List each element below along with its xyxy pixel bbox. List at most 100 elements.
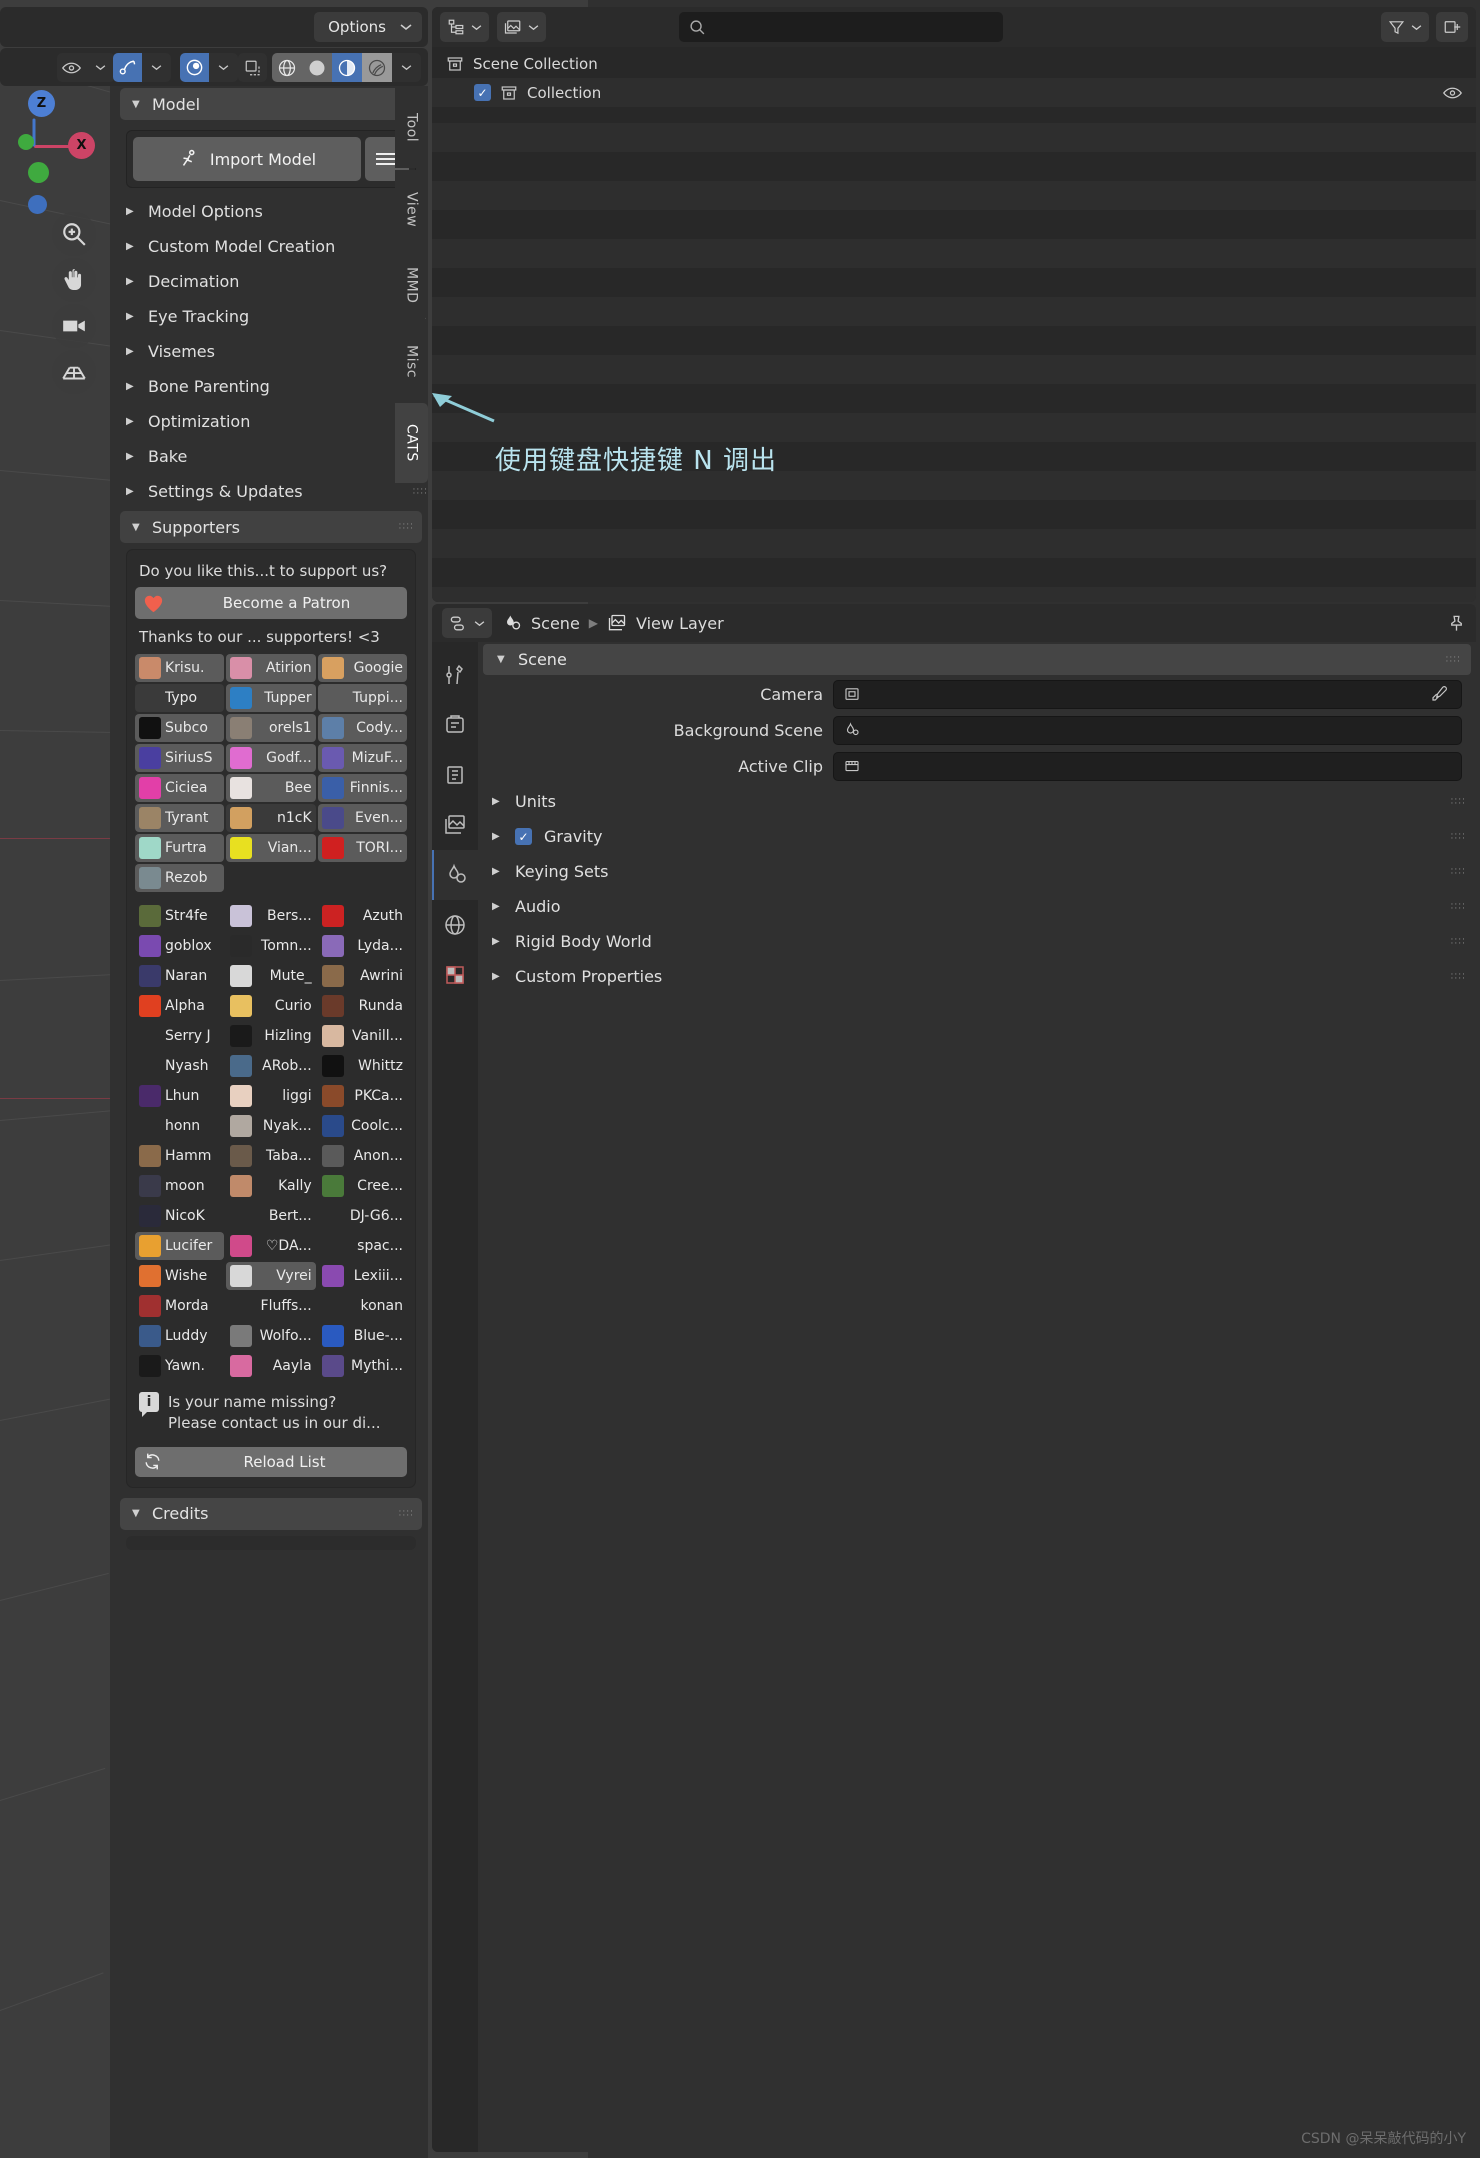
supporter-cell[interactable]: TORI... — [317, 834, 407, 862]
zoom-tool-icon[interactable] — [52, 212, 96, 256]
supporter-cell[interactable]: konan — [318, 1292, 407, 1320]
camera-tool-icon[interactable] — [52, 304, 96, 348]
cats-section-supporters[interactable]: ▼ Supporters ···· ···· — [120, 511, 422, 543]
scene-section-header[interactable]: ▼ Scene ···· ···· — [483, 644, 1471, 675]
panel-header-model[interactable]: ▼ Model ········ — [120, 88, 422, 120]
supporter-cell[interactable]: Bers... — [226, 902, 315, 930]
supporter-cell[interactable]: spac... — [318, 1232, 407, 1260]
supporter-cell[interactable]: Mute_ — [226, 962, 315, 990]
grip-icon[interactable]: ········ — [1451, 830, 1466, 843]
supporter-cell[interactable]: Coolc... — [318, 1112, 407, 1140]
supporter-cell[interactable]: Tupper — [226, 684, 316, 712]
overlays-toggle-icon[interactable] — [238, 53, 267, 82]
gizmo-axis-y[interactable] — [18, 134, 34, 150]
supporter-cell[interactable]: Cree... — [318, 1172, 407, 1200]
snap-dropdown-icon[interactable] — [142, 53, 171, 82]
cats-section-model-options[interactable]: ▶Model Options········ — [110, 194, 428, 229]
solid-shading-icon[interactable] — [302, 53, 332, 82]
visibility-dropdown-icon[interactable] — [86, 53, 115, 82]
checkbox[interactable]: ✓ — [515, 828, 532, 845]
wireframe-shading-icon[interactable] — [272, 53, 302, 82]
supporter-cell[interactable]: Vyrei — [226, 1262, 316, 1290]
shading-modes-group[interactable] — [272, 53, 421, 82]
supporter-cell[interactable]: Aayla — [226, 1352, 315, 1380]
supporter-cell[interactable]: Bee — [226, 774, 316, 802]
supporter-cell[interactable]: Awrini — [318, 962, 407, 990]
outliner-display-mode-dropdown[interactable] — [440, 12, 489, 42]
cats-section-decimation[interactable]: ▶Decimation········ — [110, 264, 428, 299]
supporter-cell[interactable]: Atirion — [226, 654, 316, 682]
properties-tab-world[interactable] — [432, 900, 478, 950]
supporter-cell[interactable]: Godf... — [226, 744, 316, 772]
supporter-cell[interactable]: Furtra — [135, 834, 225, 862]
supporter-cell[interactable]: Tyrant — [135, 804, 225, 832]
supporter-cell[interactable]: Curio — [226, 992, 315, 1020]
n-panel-tab-misc[interactable]: Misc — [395, 321, 428, 401]
n-panel-tab-tool[interactable]: Tool — [395, 88, 428, 168]
cats-section-visemes[interactable]: ▶Visemes········ — [110, 334, 428, 369]
supporter-cell[interactable]: orels1 — [226, 714, 316, 742]
supporters-grid-top[interactable]: Krisu. Atirion Googie Typo Tupper Tuppi... Sub… — [135, 654, 407, 892]
property-field-active-clip[interactable] — [833, 751, 1462, 781]
axis-gizmo[interactable]: Z X — [8, 90, 95, 220]
supporter-cell[interactable]: Fluffs... — [226, 1292, 315, 1320]
supporter-cell[interactable]: Anon... — [318, 1142, 407, 1170]
supporter-cell[interactable]: Blue-... — [318, 1322, 407, 1350]
supporter-cell[interactable]: Morda — [135, 1292, 224, 1320]
supporter-cell[interactable]: Azuth — [318, 902, 407, 930]
supporter-cell[interactable]: DJ-G6... — [318, 1202, 407, 1230]
supporter-cell[interactable]: Tuppi... — [317, 684, 407, 712]
grid-tool-icon[interactable] — [52, 350, 96, 394]
supporter-cell[interactable]: Vian... — [226, 834, 316, 862]
property-section-custom-properties[interactable]: ▶ Custom Properties ···· ···· — [478, 959, 1476, 994]
supporter-cell[interactable]: PKCa... — [318, 1082, 407, 1110]
pin-icon[interactable] — [1447, 614, 1466, 633]
grip-icon[interactable]: ········ — [399, 521, 414, 534]
supporter-cell[interactable]: ARob... — [226, 1052, 315, 1080]
supporter-cell[interactable]: ♡DA... — [226, 1232, 315, 1260]
supporter-cell[interactable]: Lucifer — [135, 1232, 225, 1260]
supporter-cell[interactable]: Rezob — [135, 864, 225, 892]
outliner-editor[interactable]: Scene Collection ✓ Collection — [432, 7, 1476, 602]
supporter-cell[interactable]: NicoK — [135, 1202, 224, 1230]
pan-tool-icon[interactable] — [52, 258, 96, 302]
gizmo-axis-y-neg[interactable] — [28, 162, 49, 183]
supporter-cell[interactable]: Nyash — [135, 1052, 224, 1080]
cats-section-custom-model-creation[interactable]: ▶Custom Model Creation········ — [110, 229, 428, 264]
property-section-units[interactable]: ▶ Units ···· ···· — [478, 784, 1476, 819]
supporter-cell[interactable]: Whittz — [318, 1052, 407, 1080]
proportional-edit-icon[interactable] — [180, 53, 209, 82]
material-shading-icon[interactable] — [332, 53, 362, 82]
outliner-search-input[interactable] — [679, 12, 1003, 42]
gizmo-axis-z[interactable]: Z — [28, 90, 55, 117]
become-patron-button[interactable]: Become a Patron — [135, 587, 407, 619]
supporter-cell[interactable]: Wolfo... — [226, 1322, 315, 1350]
supporter-cell[interactable]: Lexiii... — [318, 1262, 407, 1290]
grip-icon[interactable]: ········ — [1451, 795, 1466, 808]
supporter-cell[interactable]: Naran — [135, 962, 224, 990]
supporter-cell[interactable]: n1cK — [226, 804, 316, 832]
supporter-cell[interactable]: Nyak... — [226, 1112, 315, 1140]
supporter-cell[interactable]: Str4fe — [135, 902, 224, 930]
proportional-edit-group[interactable] — [180, 53, 238, 82]
supporter-cell[interactable]: Ciciea — [135, 774, 225, 802]
supporter-cell[interactable]: Even... — [317, 804, 407, 832]
properties-editor-type-dropdown[interactable] — [442, 608, 492, 638]
n-panel-tab-mmd[interactable]: MMD — [395, 252, 428, 319]
properties-tab-render[interactable] — [432, 700, 478, 750]
checkbox[interactable]: ✓ — [474, 84, 491, 101]
grip-icon[interactable]: ········ — [1451, 970, 1466, 983]
supporter-cell[interactable]: SiriusS — [135, 744, 225, 772]
panel-header-credits[interactable]: ▼ Credits ···· ···· — [120, 1497, 422, 1530]
breadcrumb[interactable]: Scene ▶ View Layer — [502, 613, 724, 633]
grip-icon[interactable]: ········ — [1451, 935, 1466, 948]
supporter-cell[interactable]: Alpha — [135, 992, 224, 1020]
cats-section-bone-parenting[interactable]: ▶Bone Parenting········ — [110, 369, 428, 404]
visibility-group[interactable] — [57, 53, 115, 82]
supporter-cell[interactable]: Wishe — [135, 1262, 224, 1290]
property-section-audio[interactable]: ▶ Audio ···· ···· — [478, 889, 1476, 924]
supporter-cell[interactable]: Typo — [135, 684, 225, 712]
supporter-cell[interactable] — [226, 864, 315, 892]
outliner-row[interactable]: ✓ Collection — [432, 78, 1476, 107]
outliner-row-list[interactable]: Scene Collection ✓ Collection — [432, 47, 1476, 107]
